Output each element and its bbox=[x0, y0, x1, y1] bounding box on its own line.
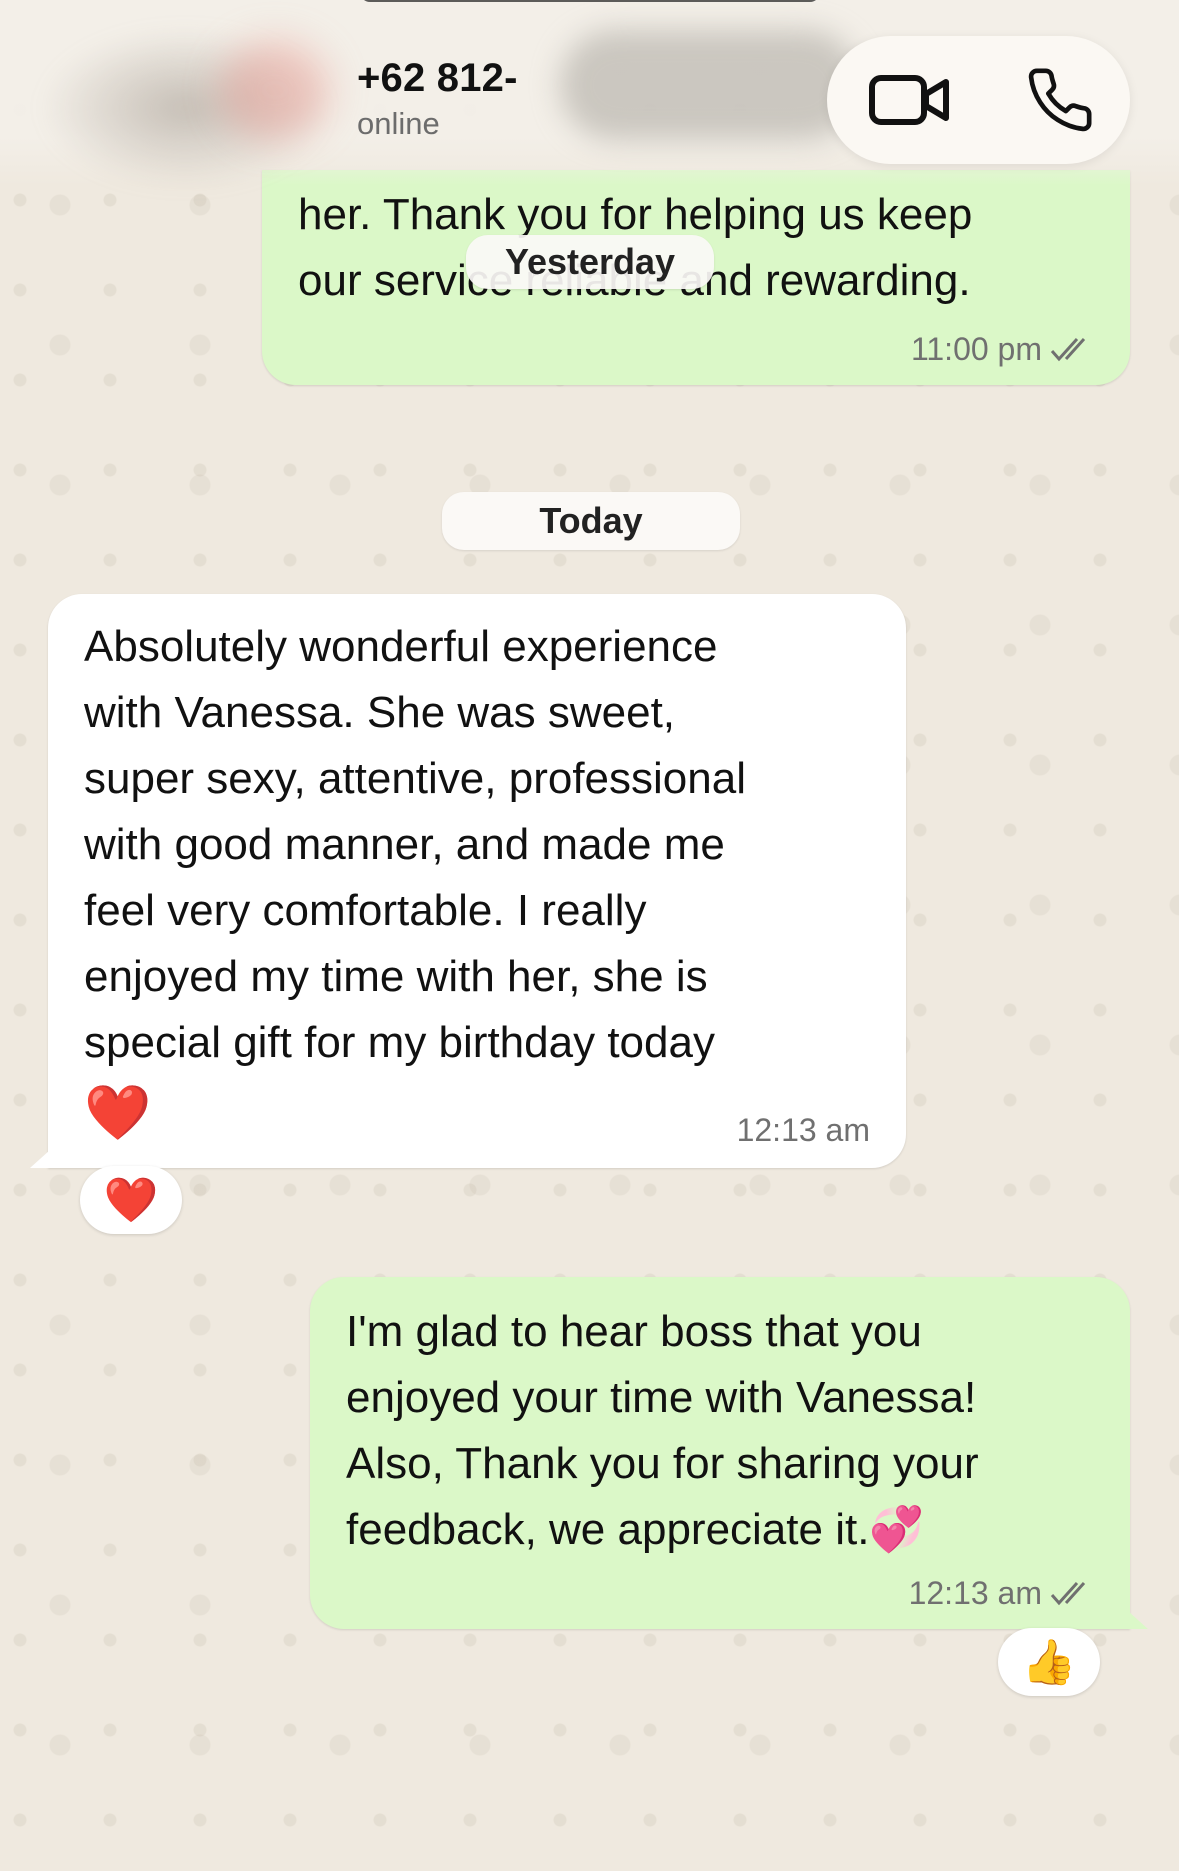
message-line: enjoyed your time with Vanessa! bbox=[346, 1373, 977, 1422]
date-separator-yesterday: Yesterday bbox=[466, 235, 714, 289]
chat-header: +62 812- online bbox=[0, 0, 1179, 188]
message-line: feel very comfortable. I really bbox=[84, 886, 647, 935]
contact-status: online bbox=[357, 106, 440, 141]
message-line: with Vanessa. She was sweet, bbox=[84, 688, 676, 737]
message-text: Absolutely wonderful experience with Van… bbox=[84, 614, 870, 1148]
voice-call-button[interactable] bbox=[1010, 50, 1110, 150]
message-line: I'm glad to hear boss that you bbox=[346, 1307, 922, 1356]
device-notch bbox=[360, 0, 820, 2]
phone-icon bbox=[1028, 68, 1092, 132]
avatar-blur bbox=[220, 40, 330, 140]
message-timestamp: 12:13 am bbox=[909, 1573, 1094, 1613]
message-text: I'm glad to hear boss that you enjoyed y… bbox=[346, 1299, 1094, 1563]
message-line: enjoyed my time with her, she is bbox=[84, 952, 708, 1001]
video-call-button[interactable] bbox=[860, 50, 960, 150]
message-line: special gift for my birthday today bbox=[84, 1018, 715, 1067]
message-timestamp: 12:13 am bbox=[737, 1110, 870, 1150]
double-check-icon bbox=[1050, 1581, 1086, 1606]
message-bubble-incoming[interactable]: Absolutely wonderful experience with Van… bbox=[30, 594, 906, 1168]
message-line: with good manner, and made me bbox=[84, 820, 725, 869]
reaction-heart[interactable]: ❤️ bbox=[80, 1166, 182, 1234]
video-camera-icon bbox=[869, 75, 949, 125]
message-line: Also, Thank you for sharing your bbox=[346, 1439, 979, 1488]
message-line: super sexy, attentive, professional bbox=[84, 754, 746, 803]
message-time: 12:13 am bbox=[908, 1575, 1042, 1611]
double-check-icon bbox=[1050, 337, 1086, 362]
redacted-number-blur bbox=[560, 30, 860, 140]
message-timestamp: 11:00 pm bbox=[911, 329, 1094, 369]
contact-name[interactable]: +62 812- bbox=[357, 56, 518, 101]
reaction-thumbs-up[interactable]: 👍 bbox=[998, 1628, 1100, 1696]
message-time: 11:00 pm bbox=[910, 331, 1042, 367]
message-line: Absolutely wonderful experience bbox=[84, 622, 718, 671]
message-time: 12:13 am bbox=[736, 1112, 870, 1148]
message-line: feedback, we appreciate it.💞 bbox=[346, 1505, 925, 1554]
date-separator-today: Today bbox=[442, 492, 740, 550]
message-bubble-outgoing[interactable]: I'm glad to hear boss that you enjoyed y… bbox=[310, 1277, 1148, 1629]
